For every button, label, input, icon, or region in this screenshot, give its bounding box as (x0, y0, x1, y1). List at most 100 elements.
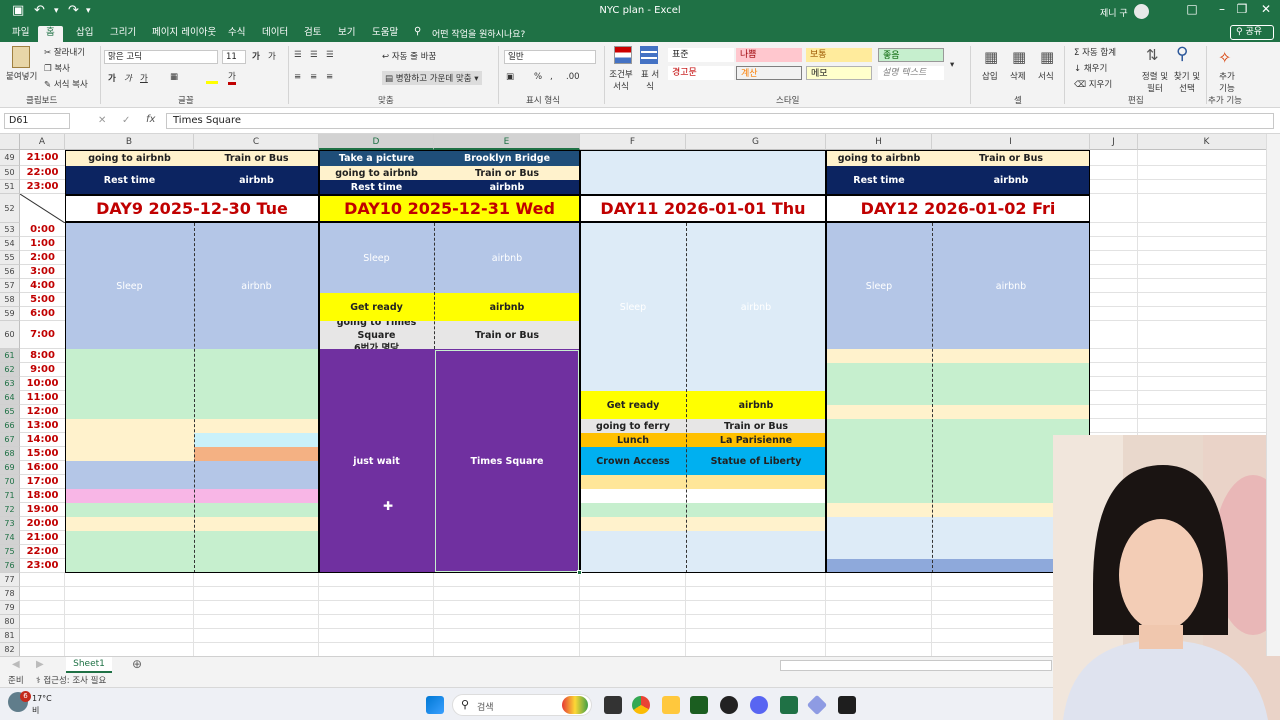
formula-input[interactable]: Times Square (166, 113, 1274, 129)
row-header-72[interactable]: 72 (0, 503, 20, 517)
align-top-icon[interactable]: ☰ (294, 50, 302, 60)
cell-c68[interactable] (194, 447, 319, 461)
row-header-80[interactable]: 80 (0, 615, 20, 629)
enter-icon[interactable]: ✓ (122, 115, 130, 126)
cell-bc72[interactable] (65, 503, 319, 517)
tab-home[interactable]: 홈 (38, 26, 63, 42)
row-header-51[interactable]: 51 (0, 180, 20, 194)
font-name-select[interactable]: 맑은 고딕 (104, 50, 218, 64)
cell-d49[interactable]: Take a picture (319, 150, 434, 166)
style-explanatory[interactable]: 설명 텍스트 (878, 66, 944, 80)
cell-h49[interactable]: going to airbnb (826, 150, 932, 166)
time-cell[interactable]: 7:00 (20, 321, 65, 349)
comma-icon[interactable]: , (550, 72, 553, 82)
avatar[interactable] (1134, 4, 1149, 19)
tab-insert[interactable]: 삽입 (68, 26, 101, 42)
cell-bc71[interactable] (65, 489, 319, 503)
row-header-78[interactable]: 78 (0, 587, 20, 601)
cell-d60[interactable]: going to Times Square 6번가 명당 (319, 321, 434, 349)
time-cell[interactable]: 15:00 (20, 447, 65, 461)
day12-header[interactable]: DAY12 2026-01-02 Fri (826, 194, 1090, 223)
cell-b49[interactable]: going to airbnb (65, 150, 194, 166)
cell-hi61[interactable] (826, 349, 1090, 363)
addins-icon[interactable]: ✧ (1218, 48, 1231, 67)
time-cell[interactable]: 8:00 (20, 349, 65, 363)
cell-i-sleep[interactable]: airbnb (932, 223, 1090, 349)
cell-c49[interactable]: Train or Bus (194, 150, 319, 166)
row-header-58[interactable]: 58 (0, 293, 20, 307)
close-icon[interactable]: ✕ (1246, 2, 1280, 22)
sort-filter-icon[interactable]: ⇅ (1146, 46, 1159, 64)
day11-header[interactable]: DAY11 2026-01-01 Thu (580, 194, 826, 223)
cell-b50[interactable]: Rest time (65, 166, 194, 194)
table-format-button[interactable]: 표 서식 (638, 68, 662, 92)
cancel-icon[interactable]: ✕ (98, 115, 106, 126)
styles-more-icon[interactable]: ▾ (950, 60, 954, 70)
cell-f68[interactable]: Crown Access (580, 447, 686, 475)
row-header-49[interactable]: 49 (0, 150, 20, 166)
time-cell[interactable]: 9:00 (20, 363, 65, 377)
style-good[interactable]: 좋음 (878, 48, 944, 62)
cell-bc69[interactable] (65, 461, 319, 489)
cell-d51[interactable]: Rest time (319, 180, 434, 194)
conditional-format-icon[interactable] (614, 46, 632, 64)
align-middle-icon[interactable]: ☰ (310, 50, 318, 60)
percent-icon[interactable]: % (534, 72, 542, 82)
cell-d-sleep[interactable]: Sleep (319, 223, 434, 293)
cell-e58[interactable]: airbnb (434, 293, 580, 321)
cell-h50[interactable]: Rest time (826, 166, 932, 194)
insert-cells-button[interactable]: 삽입 (982, 70, 998, 82)
task-view-icon[interactable] (604, 696, 622, 714)
style-bad[interactable]: 나쁨 (736, 48, 802, 62)
time-cell[interactable]: 22:00 (20, 545, 65, 559)
select-all-corner[interactable] (0, 134, 20, 150)
cut-button[interactable]: ✂ 잘라내기 (44, 46, 85, 58)
column-header-k[interactable]: K (1138, 134, 1266, 150)
add-sheet-icon[interactable]: ⊕ (132, 657, 142, 671)
tab-draw[interactable]: 그리기 (102, 26, 144, 42)
day10-header[interactable]: DAY10 2025-12-31 Wed (319, 194, 580, 223)
cell-e-sleep[interactable]: airbnb (434, 223, 580, 293)
font-size-select[interactable]: 11 (222, 50, 246, 64)
tab-data[interactable]: 데이터 (254, 26, 296, 42)
time-cell[interactable]: 14:00 (20, 433, 65, 447)
currency-icon[interactable]: ▣ (506, 72, 514, 82)
row-header-64[interactable]: 64 (0, 391, 20, 405)
cell-i50[interactable]: airbnb (932, 166, 1090, 194)
tab-view[interactable]: 보기 (330, 26, 363, 42)
border-icon[interactable]: ▦ (170, 72, 178, 82)
tab-help[interactable]: 도움말 (364, 26, 406, 42)
row-header-76[interactable]: 76 (0, 559, 20, 573)
time-cell[interactable]: 21:00 (20, 150, 65, 166)
row-header-81[interactable]: 81 (0, 629, 20, 643)
row-header-71[interactable]: 71 (0, 489, 20, 503)
format-cells-button[interactable]: 서식 (1038, 70, 1054, 82)
cell-f64[interactable]: Get ready (580, 391, 686, 419)
row-header-67[interactable]: 67 (0, 433, 20, 447)
cell-f66[interactable]: going to ferry (580, 419, 686, 433)
row-header-66[interactable]: 66 (0, 419, 20, 433)
time-cell[interactable]: 21:00 (20, 531, 65, 545)
cell-e-times-square[interactable]: Times Square (434, 349, 580, 573)
underline-icon[interactable]: 가 (140, 72, 148, 84)
column-header-c[interactable]: C (194, 134, 319, 150)
time-cell[interactable]: 16:00 (20, 461, 65, 475)
row-header-79[interactable]: 79 (0, 601, 20, 615)
row-header-59[interactable]: 59 (0, 307, 20, 321)
fill-handle[interactable] (577, 570, 582, 575)
row-header-56[interactable]: 56 (0, 265, 20, 279)
cell-e51[interactable]: airbnb (434, 180, 580, 194)
cell-d58[interactable]: Get ready (319, 293, 434, 321)
row-header-63[interactable]: 63 (0, 377, 20, 391)
tab-file[interactable]: 파일 (4, 26, 37, 42)
copy-button[interactable]: ❐ 복사 (44, 62, 70, 74)
cell-fg74[interactable] (580, 531, 826, 573)
vertical-scrollbar[interactable] (1266, 134, 1280, 656)
time-cell[interactable]: 23:00 (20, 180, 65, 194)
cell-d50[interactable]: going to airbnb (319, 166, 434, 180)
cell-c66[interactable] (194, 419, 319, 433)
cell-hi64[interactable] (826, 391, 1090, 405)
increase-font-icon[interactable]: 가 (252, 50, 260, 62)
decimal-icon[interactable]: .00 (566, 72, 580, 82)
horizontal-scrollbar[interactable] (780, 660, 1052, 671)
